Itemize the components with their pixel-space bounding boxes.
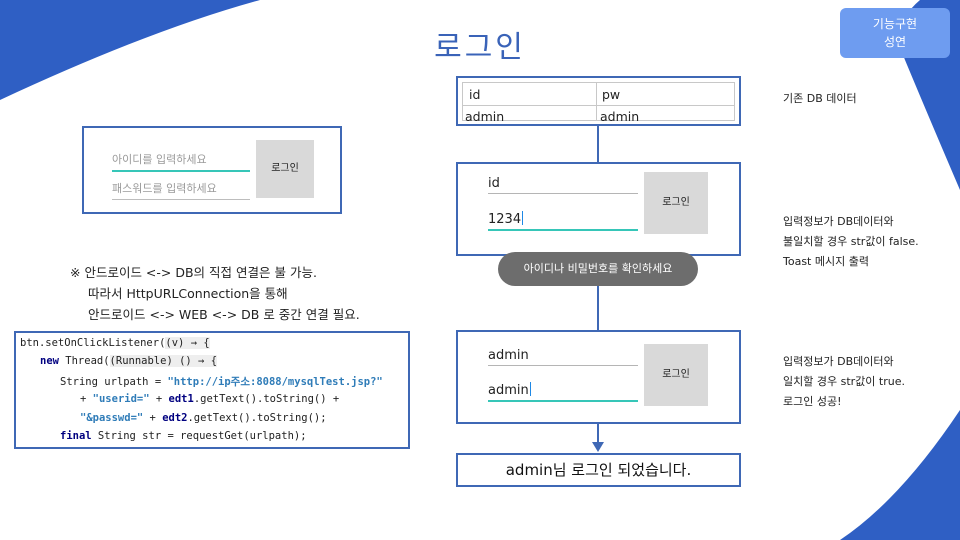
id-input[interactable]: 아이디를 입력하세요	[112, 151, 250, 172]
code-snippet: btn.setOnClickListener((v) → { new Threa…	[14, 331, 410, 449]
db-cell-id: admin	[465, 109, 505, 124]
desc-db-data: 기존 DB 데이터	[783, 92, 857, 105]
db-header-id: id	[469, 87, 481, 102]
code-line: final String str = requestGet(urlpath);	[60, 430, 307, 442]
login-button[interactable]: 로그인	[644, 172, 708, 234]
note-line2: 따라서 HttpURLConnection을 통해	[88, 286, 288, 301]
decorative-bottom-right-shape	[840, 410, 960, 540]
code-line: btn.setOnClickListener((v) → {	[20, 337, 210, 349]
db-table-panel: id pw admin admin	[456, 76, 741, 126]
id-input[interactable]: id	[488, 176, 638, 194]
code-line: "&passwd=" + edt2.getText().toString();	[80, 412, 327, 424]
connection-note: ※ 안드로이드 <-> DB의 직접 연결은 불 가능. 따라서 HttpURL…	[70, 262, 400, 325]
desc-line: Toast 메시지 출력	[783, 255, 869, 268]
login-form-mockup: 아이디를 입력하세요 패스워드를 입력하세요 로그인	[82, 126, 342, 214]
db-table: id pw admin admin	[462, 82, 735, 124]
author-badge: 기능구현 성연	[840, 8, 950, 58]
desc-line: 일치할 경우 str값이 true.	[783, 375, 905, 388]
desc-success-case: 입력정보가 DB데이터와 일치할 경우 str값이 true. 로그인 성공!	[783, 352, 905, 412]
login-result-message: admin님 로그인 되었습니다.	[456, 453, 741, 487]
arrow-down-icon	[592, 424, 604, 452]
login-success-panel: admin admin 로그인	[456, 330, 741, 424]
desc-line: 로그인 성공!	[783, 395, 842, 408]
badge-line1: 기능구현	[872, 17, 918, 31]
code-line: + "userid=" + edt1.getText().toString() …	[80, 393, 340, 405]
code-line: String urlpath = "http://ip주소:8088/mysql…	[60, 376, 383, 388]
desc-line: 불일치할 경우 str값이 false.	[783, 235, 919, 248]
login-button[interactable]: 로그인	[644, 344, 708, 406]
desc-line: 입력정보가 DB데이터와	[783, 215, 894, 228]
page-title: 로그인	[434, 30, 526, 65]
toast-message: 아이디나 비밀번호를 확인하세요	[498, 252, 698, 286]
code-line: new Thread((Runnable) () → {	[40, 355, 218, 367]
note-line1: ※ 안드로이드 <-> DB의 직접 연결은 불 가능.	[70, 265, 317, 280]
badge-line2: 성연	[883, 35, 907, 49]
desc-line: 입력정보가 DB데이터와	[783, 355, 894, 368]
desc-fail-case: 입력정보가 DB데이터와 불일치할 경우 str값이 false. Toast …	[783, 212, 919, 272]
note-line3: 안드로이드 <-> WEB <-> DB 로 중간 연결 필요.	[88, 307, 360, 322]
id-input[interactable]: admin	[488, 348, 638, 366]
password-input[interactable]: admin	[488, 382, 638, 402]
login-fail-panel: id 1234 로그인	[456, 162, 741, 256]
db-cell-pw: admin	[600, 109, 640, 124]
password-input[interactable]: 1234	[488, 211, 638, 231]
db-header-pw: pw	[602, 87, 621, 102]
login-button[interactable]: 로그인	[256, 140, 314, 198]
password-input[interactable]: 패스워드를 입력하세요	[112, 180, 250, 200]
connector-line	[597, 126, 599, 162]
